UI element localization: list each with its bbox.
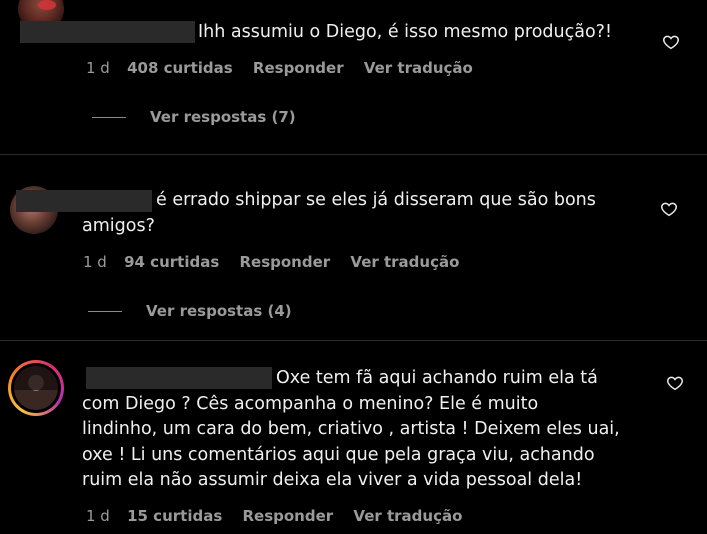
- translate-button[interactable]: Ver tradução: [350, 253, 459, 271]
- comment-time: 1 d: [86, 507, 110, 525]
- heart-icon[interactable]: [660, 200, 678, 218]
- replies-divider-line: [88, 311, 122, 312]
- reply-button[interactable]: Responder: [242, 507, 333, 525]
- redacted-username: [20, 21, 195, 43]
- translate-button[interactable]: Ver tradução: [353, 507, 462, 525]
- avatar-story-ring[interactable]: [8, 360, 64, 416]
- replies-divider-line: [92, 117, 126, 118]
- view-replies-label: Ver respostas (7): [150, 108, 296, 126]
- heart-icon[interactable]: [662, 33, 680, 51]
- heart-icon[interactable]: [666, 374, 684, 392]
- reply-button[interactable]: Responder: [239, 253, 330, 271]
- reply-button[interactable]: Responder: [253, 59, 344, 77]
- comment-text: Ihh assumiu o Diego, é isso mesmo produç…: [198, 22, 612, 42]
- comment-text: é errado shippar se eles já disseram que…: [82, 190, 596, 236]
- view-replies-button[interactable]: Ver respostas (4): [88, 302, 292, 320]
- comment-meta: 1 d 15 curtidas Responder Ver tradução: [86, 507, 477, 525]
- comment-meta: 1 d 408 curtidas Responder Ver tradução: [86, 59, 488, 77]
- comment-divider: [0, 340, 707, 341]
- view-replies-label: Ver respostas (4): [146, 302, 292, 320]
- comment-time: 1 d: [83, 253, 107, 271]
- likes-count[interactable]: 94 curtidas: [124, 253, 219, 271]
- comment-meta: 1 d 94 curtidas Responder Ver tradução: [83, 253, 474, 271]
- translate-button[interactable]: Ver tradução: [364, 59, 473, 77]
- likes-count[interactable]: 15 curtidas: [127, 507, 222, 525]
- comment-time: 1 d: [86, 59, 110, 77]
- comment-divider: [0, 154, 707, 155]
- comment-text: Oxe tem fã aqui achando ruim ela tá com …: [82, 368, 620, 490]
- likes-count[interactable]: 408 curtidas: [127, 59, 233, 77]
- view-replies-button[interactable]: Ver respostas (7): [92, 108, 296, 126]
